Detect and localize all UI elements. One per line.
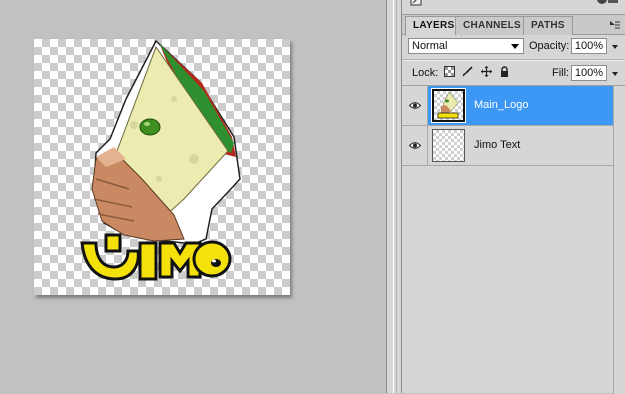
visibility-toggle[interactable] [402, 86, 428, 125]
tab-channels[interactable]: CHANNELS [455, 16, 529, 35]
layer-row-main-logo[interactable]: Main_Logo [402, 86, 613, 126]
panel-menu-icon[interactable] [610, 21, 620, 29]
opacity-label: Opacity: [529, 40, 570, 52]
layer-thumbnail[interactable] [432, 129, 465, 162]
lock-label: Lock: [412, 67, 439, 79]
layers-scrollbar[interactable] [613, 86, 625, 394]
layer-row-jimo-text[interactable]: Jimo Text [402, 126, 613, 166]
opacity-dropdown-icon[interactable] [612, 45, 618, 49]
lock-all-icon[interactable] [499, 66, 510, 77]
panel-collapse-icon[interactable] [594, 0, 622, 7]
layers-panel: LAYERS CHANNELS PATHS Normal Opacity: 10… [402, 14, 625, 394]
visibility-toggle[interactable] [402, 126, 428, 165]
lock-position-icon[interactable] [481, 66, 492, 77]
lock-transparent-icon[interactable] [444, 66, 455, 77]
fill-dropdown-icon[interactable] [612, 72, 618, 76]
eye-icon [409, 102, 421, 109]
tab-paths[interactable]: PATHS [523, 16, 573, 35]
fill-field[interactable]: 100% [571, 65, 607, 81]
blend-mode-value: Normal [412, 40, 448, 52]
blend-mode-select[interactable]: Normal [408, 38, 524, 54]
document-canvas[interactable] [34, 39, 290, 295]
eye-icon [409, 142, 421, 149]
jimo-lettering [80, 233, 232, 281]
layer-thumbnail[interactable] [431, 88, 466, 123]
canvas-area[interactable] [0, 0, 386, 393]
divider [402, 59, 625, 61]
layer-name[interactable]: Jimo Text [474, 139, 520, 151]
tab-layers[interactable]: LAYERS [405, 16, 463, 36]
layer-name[interactable]: Main_Logo [474, 99, 528, 111]
panel-tab-row: LAYERS CHANNELS PATHS [402, 15, 625, 36]
opacity-field[interactable]: 100% [571, 38, 607, 54]
lock-image-icon[interactable] [462, 66, 473, 77]
logo-thumbnail-image [437, 91, 459, 119]
panel-dock-divider[interactable] [386, 0, 402, 393]
tool-preset-icon[interactable] [410, 0, 422, 6]
logo-artwork [80, 39, 241, 281]
fill-label: Fill: [552, 67, 570, 79]
chevron-down-icon [511, 44, 519, 49]
panel-top-strip [402, 0, 625, 14]
